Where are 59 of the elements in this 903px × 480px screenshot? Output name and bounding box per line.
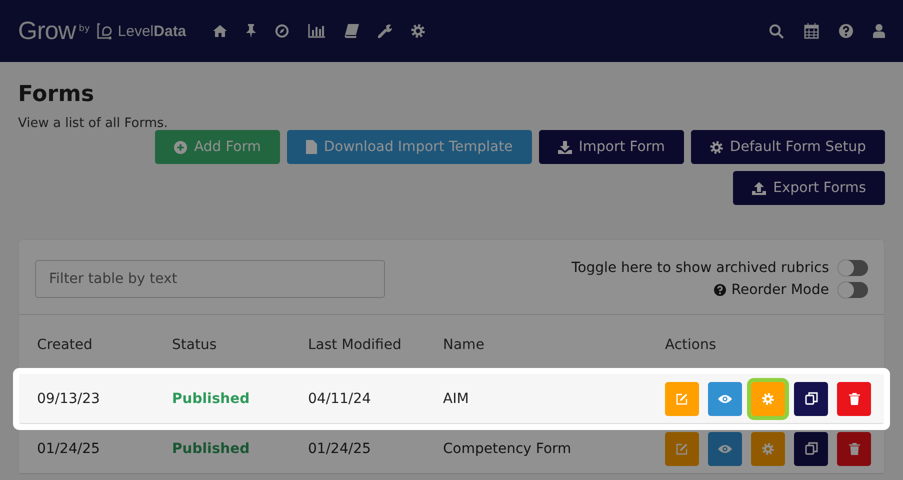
settings-icon [710, 140, 723, 154]
copy-icon [804, 392, 818, 405]
toggle-label: Toggle here to show archived rubrics [572, 260, 829, 276]
page-subtitle: View a list of all Forms. [18, 116, 169, 132]
copy-button[interactable] [794, 382, 828, 416]
column-header[interactable]: Created [37, 337, 172, 353]
column-header[interactable]: Status [172, 337, 308, 353]
delete-button[interactable] [837, 432, 871, 466]
settings-icon [762, 392, 774, 404]
filter-field[interactable]: Filter table by text [35, 260, 385, 298]
table-cell-text: 01/24/25 [308, 440, 372, 456]
table-cell-text: AIM [443, 390, 470, 406]
toggle-label: Reorder Mode [731, 282, 829, 298]
setup-button[interactable]: Default Form Setup [690, 130, 885, 164]
column-header[interactable]: Actions [665, 337, 884, 353]
copy-button[interactable] [794, 432, 828, 466]
column-header[interactable]: Last Modified [308, 337, 443, 353]
status-text: Published [172, 390, 251, 406]
upload-icon [752, 182, 766, 194]
copy-icon [804, 442, 818, 455]
logo-mark-icon [96, 22, 112, 40]
bar-chart-icon[interactable] [308, 24, 326, 38]
view-button[interactable] [708, 432, 742, 466]
page-title: Forms [18, 81, 96, 108]
document-icon [306, 140, 317, 154]
compass-icon[interactable] [275, 24, 290, 38]
settings-icon[interactable] [411, 24, 426, 38]
pin-icon[interactable] [246, 24, 256, 38]
trash-icon [848, 392, 860, 404]
eye-icon [718, 444, 732, 454]
plus-circle-icon [174, 140, 188, 154]
table-cell-text: 04/11/24 [308, 390, 372, 406]
wrench-icon[interactable] [378, 24, 392, 38]
delete-button[interactable] [837, 382, 871, 416]
settings-icon [762, 442, 774, 454]
column-header[interactable]: Name [443, 337, 665, 353]
import-button[interactable]: Import Form [538, 130, 684, 164]
toggle-switch[interactable] [838, 282, 868, 298]
toggle-switch[interactable] [838, 260, 868, 276]
help-icon[interactable] [839, 24, 853, 38]
logo-by-text: by [78, 24, 90, 34]
user-icon[interactable] [873, 24, 885, 38]
home-icon[interactable] [213, 25, 228, 37]
search-icon[interactable] [769, 24, 784, 38]
export-button[interactable]: Export Forms [733, 171, 885, 205]
edit-icon [676, 392, 688, 404]
eye-icon [718, 394, 732, 404]
edit-icon [676, 442, 688, 454]
view-button[interactable] [708, 382, 742, 416]
book-icon[interactable] [344, 24, 360, 38]
logo-product-name: Grow [18, 16, 76, 46]
trash-icon [848, 442, 860, 454]
logo-brand-name: LevelData [118, 22, 186, 40]
table-cell-text: Competency Form [443, 440, 572, 456]
table-cell-text: 09/13/23 [37, 390, 101, 406]
download-icon [558, 140, 572, 154]
status-text: Published [172, 440, 251, 456]
calendar-icon[interactable] [804, 23, 819, 39]
table-cell-text: 01/24/25 [37, 440, 101, 456]
